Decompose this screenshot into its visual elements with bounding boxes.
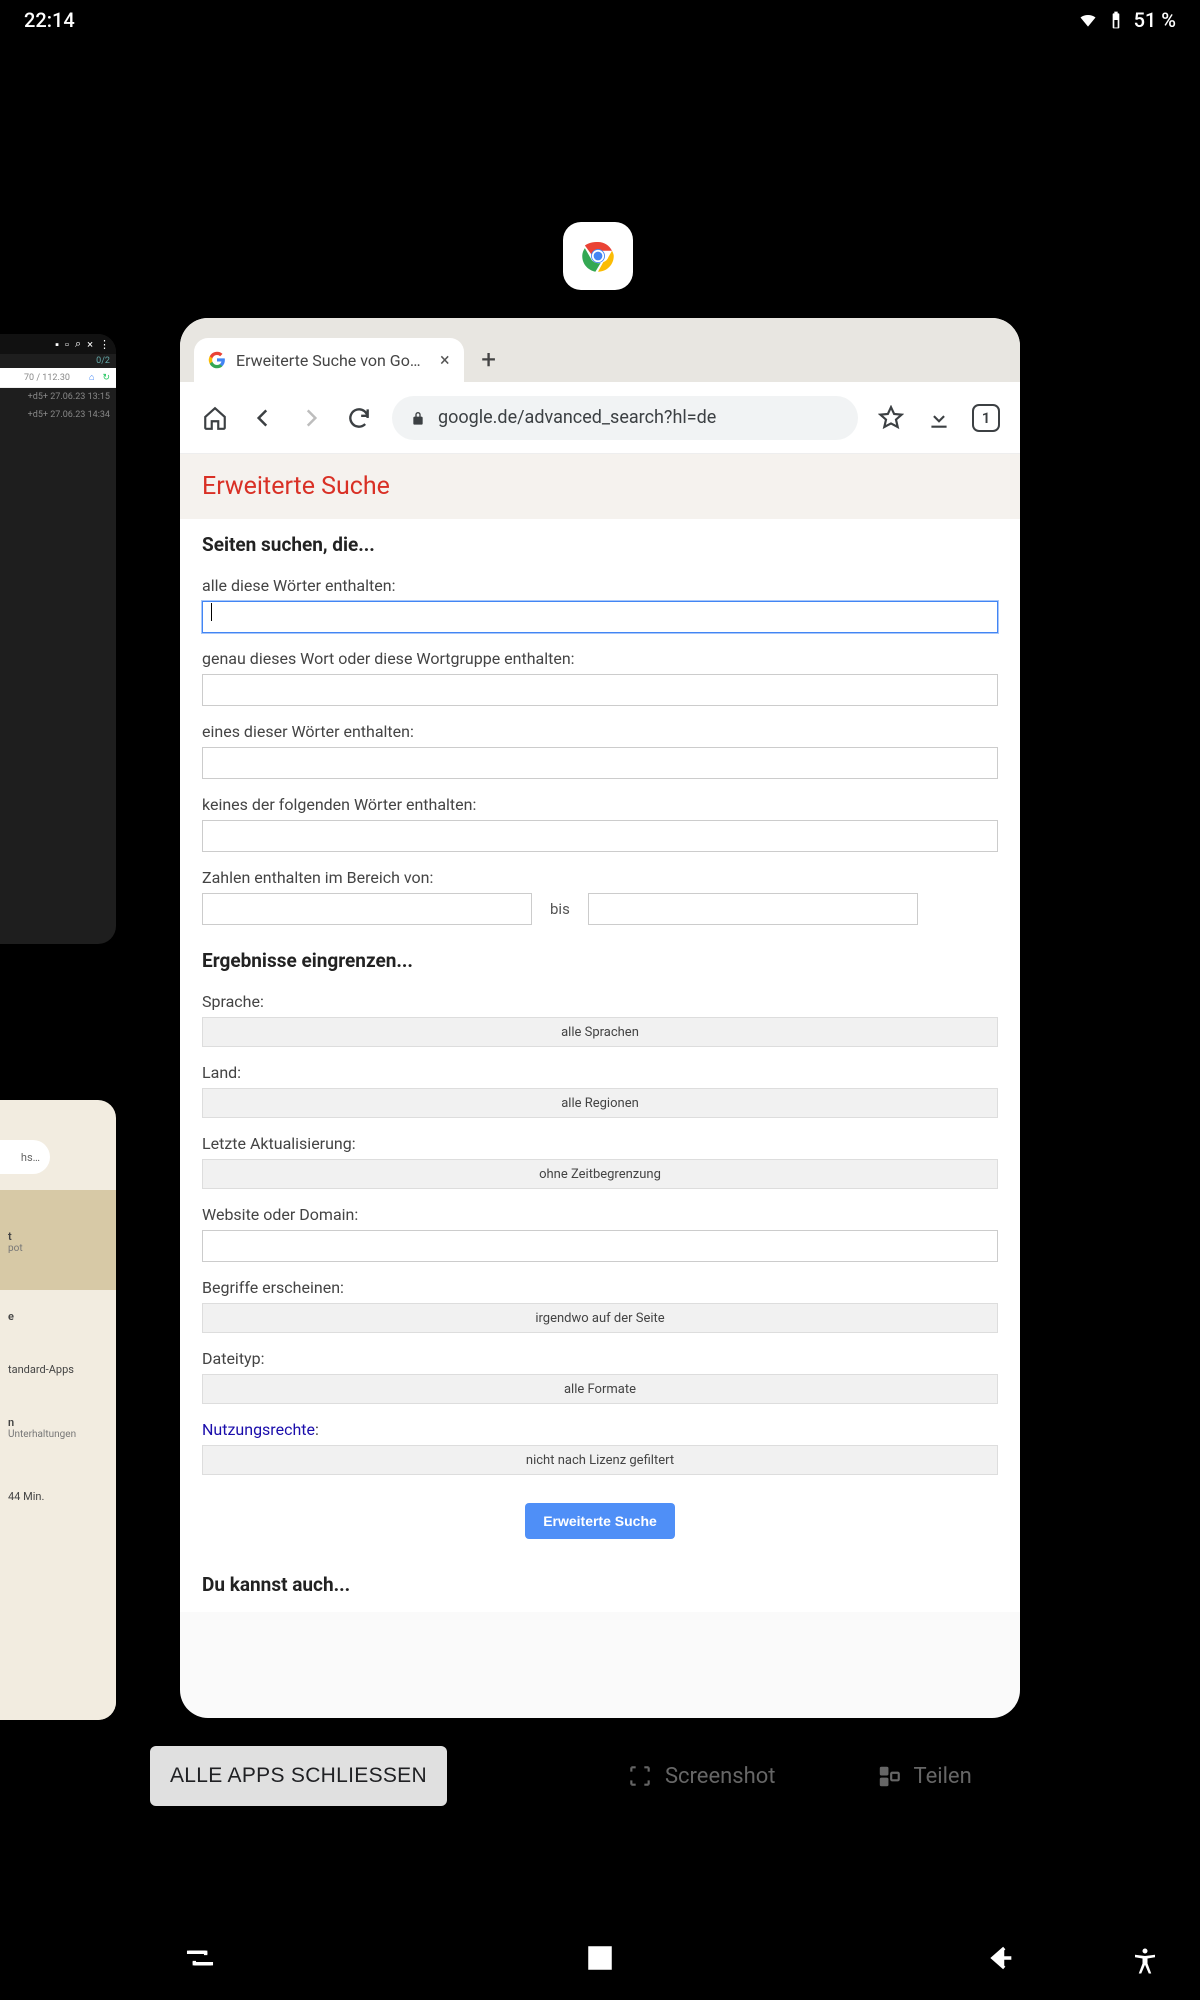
sc2-search-pill: hs… bbox=[0, 1140, 50, 1174]
select-usage-rights[interactable]: nicht nach Lizenz gefiltert bbox=[202, 1445, 998, 1475]
chrome-icon bbox=[577, 235, 619, 277]
tab-close-icon[interactable]: × bbox=[440, 350, 450, 371]
label-last-update: Letzte Aktualisierung: bbox=[202, 1134, 998, 1153]
status-right: 51 % bbox=[1078, 8, 1176, 32]
recents-card-chrome[interactable]: Erweiterte Suche von Google × + google.d… bbox=[180, 318, 1020, 1718]
input-all-words[interactable] bbox=[202, 601, 998, 633]
input-site[interactable] bbox=[202, 1230, 998, 1262]
status-bar: 22:14 51 % bbox=[0, 0, 1200, 40]
browser-tab-active[interactable]: Erweiterte Suche von Google × bbox=[194, 338, 464, 382]
sc1-row2: +d5+ 27.06.23 14:34 bbox=[0, 406, 116, 424]
label-exact-phrase: genau dieses Wort oder diese Wortgruppe … bbox=[202, 649, 998, 668]
reload-icon: ↻ bbox=[102, 373, 110, 383]
system-nav-bar bbox=[0, 1920, 1200, 2000]
sc1-toolbar: 70 / 112.30 ⌂ ↻ bbox=[0, 368, 116, 388]
input-any-words[interactable] bbox=[202, 747, 998, 779]
sc1-titlebar: ▪ ▫ ⌕ × ⋮ bbox=[0, 334, 116, 354]
sc1-row1: +d5+ 27.06.23 13:15 bbox=[0, 388, 116, 406]
battery-icon bbox=[1106, 10, 1126, 30]
select-country[interactable]: alle Regionen bbox=[202, 1088, 998, 1118]
label-number-range: Zahlen enthalten im Bereich von: bbox=[202, 868, 998, 887]
label-filetype: Dateityp: bbox=[202, 1349, 998, 1368]
recents-card-background-app-1[interactable]: ▪ ▫ ⌕ × ⋮ 0/2 70 / 112.30 ⌂ ↻ +d5+ 27.06… bbox=[0, 334, 116, 944]
accessibility-button[interactable] bbox=[1130, 1946, 1160, 1980]
select-terms-appear[interactable]: irgendwo auf der Seite bbox=[202, 1303, 998, 1333]
address-bar[interactable]: google.de/advanced_search?hl=de bbox=[392, 396, 858, 440]
sc1-counter: 0/2 bbox=[0, 354, 116, 368]
input-range-to[interactable] bbox=[588, 893, 918, 925]
input-exact-phrase[interactable] bbox=[202, 674, 998, 706]
label-any-words: eines dieser Wörter enthalten: bbox=[202, 722, 998, 741]
page-content: Erweiterte Suche Seiten suchen, die... a… bbox=[180, 454, 1020, 1612]
close-icon: × bbox=[87, 338, 93, 351]
sc1-line1: 70 / 112.30 bbox=[20, 373, 70, 383]
share-icon bbox=[876, 1763, 902, 1789]
label-terms-appear: Begriffe erscheinen: bbox=[202, 1278, 998, 1297]
reload-button[interactable] bbox=[344, 403, 374, 433]
close-all-apps-button[interactable]: ALLE APPS SCHLIESSEN bbox=[150, 1746, 447, 1806]
label-country: Land: bbox=[202, 1063, 998, 1082]
label-usage-rights: Nutzungsrechte: bbox=[202, 1420, 998, 1439]
recents-actions: ALLE APPS SCHLIESSEN Screenshot Teilen bbox=[0, 1746, 1200, 1806]
recents-card-background-app-2[interactable]: hs… t pot e tandard-Apps n Unterhaltunge… bbox=[0, 1100, 116, 1720]
tabs-count-button[interactable]: 1 bbox=[972, 404, 1000, 432]
label-site: Website oder Domain: bbox=[202, 1205, 998, 1224]
usage-rights-link[interactable]: Nutzungsrechte bbox=[202, 1420, 315, 1439]
select-filetype[interactable]: alle Formate bbox=[202, 1374, 998, 1404]
menu-icon: ⋮ bbox=[99, 338, 110, 351]
back-button[interactable] bbox=[248, 403, 278, 433]
screenshot-icon bbox=[627, 1763, 653, 1789]
select-last-update[interactable]: ohne Zeitbegrenzung bbox=[202, 1159, 998, 1189]
label-all-words: alle diese Wörter enthalten: bbox=[202, 576, 998, 595]
nav-recents-button[interactable] bbox=[183, 1941, 217, 1979]
home-icon: ⌂ bbox=[89, 372, 94, 383]
section-you-can-also: Du kannst auch... bbox=[180, 1557, 1020, 1612]
input-none-words[interactable] bbox=[202, 820, 998, 852]
section-narrow-results: Ergebnisse eingrenzen... bbox=[180, 935, 1020, 986]
input-range-from[interactable] bbox=[202, 893, 532, 925]
recents-app-icon[interactable] bbox=[563, 222, 633, 290]
select-language[interactable]: alle Sprachen bbox=[202, 1017, 998, 1047]
browser-toolbar: google.de/advanced_search?hl=de 1 bbox=[180, 382, 1020, 454]
label-none-words: keines der folgenden Wörter enthalten: bbox=[202, 795, 998, 814]
home-button[interactable] bbox=[200, 403, 230, 433]
folder-icon: ▪ bbox=[55, 338, 59, 351]
range-separator: bis bbox=[550, 900, 570, 918]
nav-home-button[interactable] bbox=[583, 1941, 617, 1979]
nav-back-button[interactable] bbox=[983, 1941, 1017, 1979]
screenshot-button[interactable]: Screenshot bbox=[627, 1763, 776, 1789]
section-find-pages: Seiten suchen, die... bbox=[180, 519, 1020, 570]
google-favicon-icon bbox=[208, 351, 226, 369]
share-button[interactable]: Teilen bbox=[876, 1763, 972, 1789]
lock-icon bbox=[410, 410, 426, 426]
page-title: Erweiterte Suche bbox=[180, 454, 1020, 519]
search-icon: ⌕ bbox=[75, 337, 81, 351]
sc2-body: e tandard-Apps n Unterhaltungen 44 Min. bbox=[0, 1290, 116, 1720]
advanced-search-submit-button[interactable]: Erweiterte Suche bbox=[525, 1503, 675, 1539]
label-language: Sprache: bbox=[202, 992, 998, 1011]
new-tab-button[interactable]: + bbox=[464, 338, 514, 382]
status-time: 22:14 bbox=[24, 8, 75, 32]
square-icon: ▫ bbox=[65, 338, 69, 351]
battery-percentage: 51 % bbox=[1134, 8, 1176, 32]
downloads-button[interactable] bbox=[924, 403, 954, 433]
sc2-header-block: t pot bbox=[0, 1190, 116, 1290]
url-text: google.de/advanced_search?hl=de bbox=[438, 407, 716, 428]
wifi-icon bbox=[1078, 10, 1098, 30]
bookmark-button[interactable] bbox=[876, 403, 906, 433]
browser-tabstrip: Erweiterte Suche von Google × + bbox=[180, 318, 1020, 382]
tab-title: Erweiterte Suche von Google bbox=[236, 351, 426, 370]
forward-button bbox=[296, 403, 326, 433]
